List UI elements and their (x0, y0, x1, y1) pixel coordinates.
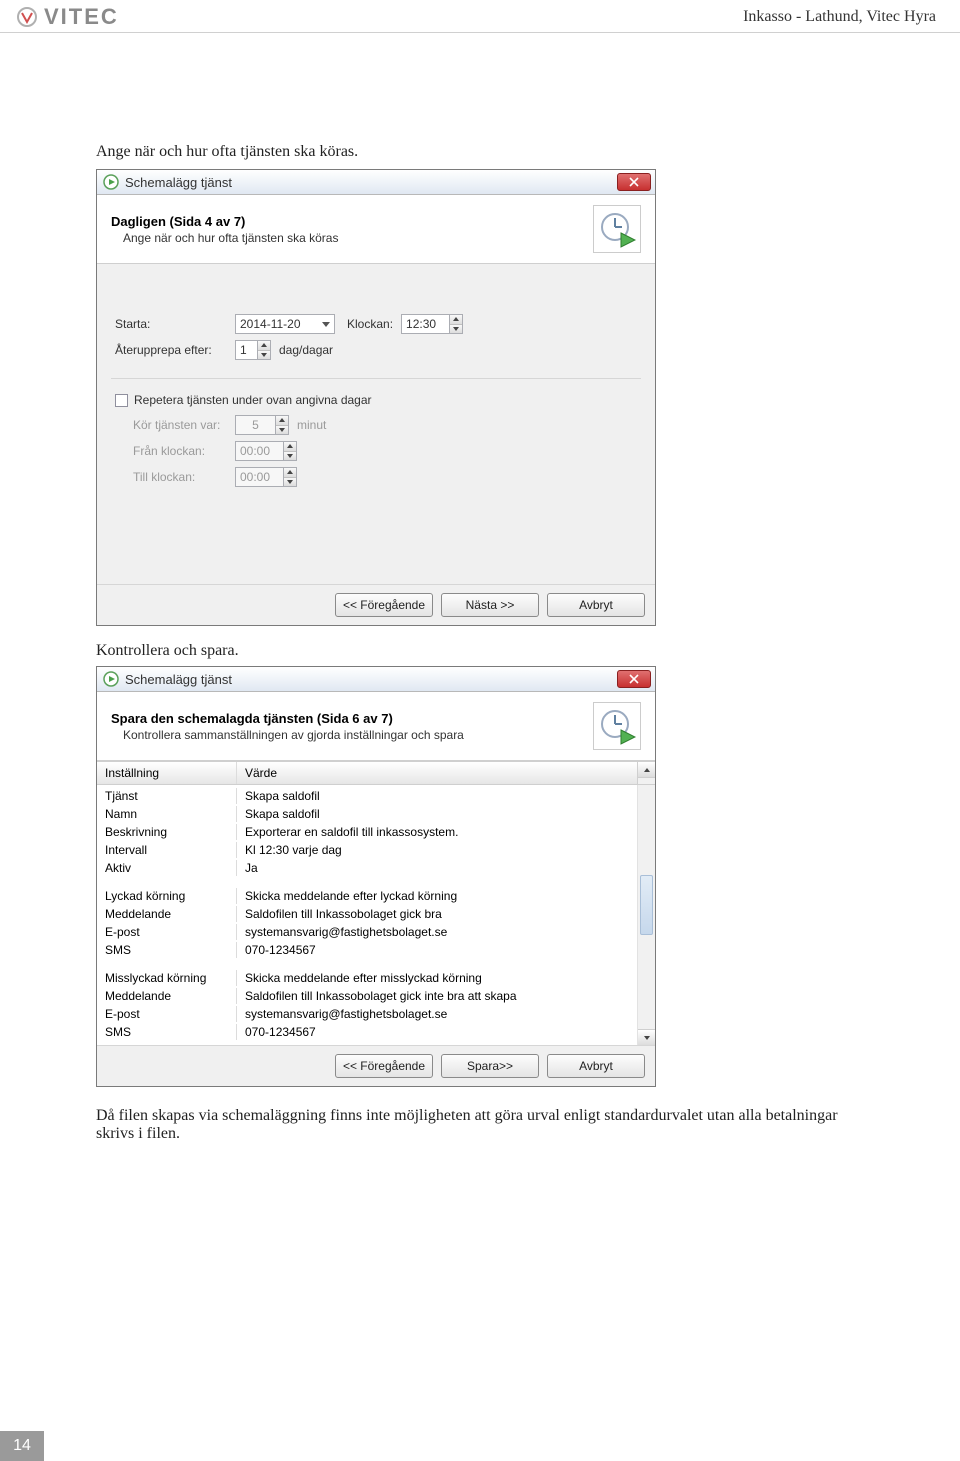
table-row: E-postsystemansvarig@fastighetsbolaget.s… (97, 1005, 637, 1023)
spin-down (276, 425, 288, 435)
repeat-minutes-value: 5 (252, 418, 259, 432)
label-fran: Från klockan: (115, 444, 235, 458)
spin-down (284, 477, 296, 487)
clock-play-icon (593, 205, 641, 253)
table-row: MeddelandeSaldofilen till Inkassobolaget… (97, 987, 637, 1005)
spin-up (284, 442, 296, 451)
table-row: Misslyckad körningSkicka meddelande efte… (97, 969, 637, 987)
dialog-body: Starta: 2014-11-20 Klockan: 12:30 Återup… (97, 264, 655, 584)
col-varde: Värde (237, 762, 637, 784)
cancel-button[interactable]: Avbryt (547, 593, 645, 617)
table-row: NamnSkapa saldofil (97, 805, 637, 823)
save-button[interactable]: Spara>> (441, 1054, 539, 1078)
prev-button[interactable]: << Föregående (335, 593, 433, 617)
spin-up (276, 416, 288, 425)
table-row: Lyckad körningSkicka meddelande efter ly… (97, 887, 637, 905)
date-value: 2014-11-20 (240, 317, 301, 331)
time-input[interactable]: 12:30 (401, 314, 463, 334)
dialog-heading: Spara den schemalagda tjänsten (Sida 6 a… (111, 711, 464, 726)
chevron-down-icon (322, 322, 330, 327)
table-row: MeddelandeSaldofilen till Inkassobolaget… (97, 905, 637, 923)
vitec-logo-icon (16, 6, 38, 28)
table-row: IntervallKl 12:30 varje dag (97, 841, 637, 859)
table-row: SMS070-1234567 (97, 941, 637, 959)
table-header: Inställning Värde (97, 761, 655, 785)
spin-up[interactable] (450, 315, 462, 324)
dialog-heading: Dagligen (Sida 4 av 7) (111, 214, 338, 229)
dialog-header: Spara den schemalagda tjänsten (Sida 6 a… (97, 692, 655, 761)
prev-button[interactable]: << Föregående (335, 1054, 433, 1078)
titlebar-text: Schemalägg tjänst (125, 175, 232, 190)
titlebar-text: Schemalägg tjänst (125, 672, 232, 687)
col-installning: Inställning (97, 762, 237, 784)
app-icon (103, 671, 119, 687)
dialog-footer: << Föregående Nästa >> Avbryt (97, 584, 655, 625)
date-input[interactable]: 2014-11-20 (235, 314, 335, 334)
divider (111, 378, 641, 379)
logo-text: VITEC (44, 4, 119, 30)
from-time-value: 00:00 (240, 444, 270, 458)
repeat-checkbox[interactable] (115, 394, 128, 407)
settings-table: TjänstSkapa saldofil NamnSkapa saldofil … (97, 785, 637, 1045)
scroll-up-button[interactable] (638, 762, 655, 778)
table-row: SMS070-1234567 (97, 1023, 637, 1041)
scroll-down-button[interactable] (638, 1029, 655, 1045)
app-icon (103, 174, 119, 190)
from-time-input: 00:00 (235, 441, 297, 461)
repeat-after-value: 1 (240, 343, 247, 357)
table-row: BeskrivningExporterar en saldofil till i… (97, 823, 637, 841)
label-till: Till klockan: (115, 470, 235, 484)
label-kor-tjansten: Kör tjänsten var: (115, 418, 235, 432)
spin-down[interactable] (450, 324, 462, 334)
spin-down (284, 451, 296, 461)
label-aterupprepa: Återupprepa efter: (115, 343, 235, 357)
page-number: 14 (0, 1431, 44, 1461)
titlebar: Schemalägg tjänst (97, 667, 655, 692)
logo: VITEC (16, 4, 119, 30)
header-title: Inkasso - Lathund, Vitec Hyra (743, 8, 936, 26)
time-value: 12:30 (406, 317, 436, 331)
label-starta: Starta: (115, 317, 235, 331)
page-header: VITEC Inkasso - Lathund, Vitec Hyra (0, 0, 960, 33)
to-time-input: 00:00 (235, 467, 297, 487)
label-repetera: Repetera tjänsten under ovan angivna dag… (134, 393, 372, 407)
dialog-subheading: Kontrollera sammanställningen av gjorda … (111, 728, 464, 742)
table-row: AktivJa (97, 859, 637, 877)
spin-down[interactable] (258, 350, 270, 360)
close-button[interactable] (617, 173, 651, 191)
cancel-button[interactable]: Avbryt (547, 1054, 645, 1078)
table-row: TjänstSkapa saldofil (97, 787, 637, 805)
repeat-minutes-input: 5 (235, 415, 289, 435)
to-time-value: 00:00 (240, 470, 270, 484)
next-button[interactable]: Nästa >> (441, 593, 539, 617)
titlebar: Schemalägg tjänst (97, 170, 655, 195)
caption-kontrollera: Kontrollera och spara. (96, 642, 864, 660)
table-row: E-postsystemansvarig@fastighetsbolaget.s… (97, 923, 637, 941)
spin-up[interactable] (258, 341, 270, 350)
dialog-footer: << Föregående Spara>> Avbryt (97, 1045, 655, 1086)
spin-up (284, 468, 296, 477)
clock-play-icon (593, 702, 641, 750)
label-klockan: Klockan: (347, 317, 393, 331)
scroll-thumb[interactable] (640, 875, 653, 935)
scrollbar[interactable] (637, 785, 655, 1045)
label-minut: minut (297, 418, 326, 432)
schedule-dialog-2: Schemalägg tjänst Spara den schemalagda … (96, 666, 656, 1087)
repeat-after-input[interactable]: 1 (235, 340, 271, 360)
schedule-dialog-1: Schemalägg tjänst Dagligen (Sida 4 av 7)… (96, 169, 656, 626)
dialog-subheading: Ange när och hur ofta tjänsten ska köras (111, 231, 338, 245)
outro-text: Då filen skapas via schemaläggning finns… (96, 1107, 864, 1143)
intro-text: Ange när och hur ofta tjänsten ska köras… (96, 143, 864, 161)
close-button[interactable] (617, 670, 651, 688)
label-dagdagar: dag/dagar (279, 343, 333, 357)
dialog-header: Dagligen (Sida 4 av 7) Ange när och hur … (97, 195, 655, 264)
